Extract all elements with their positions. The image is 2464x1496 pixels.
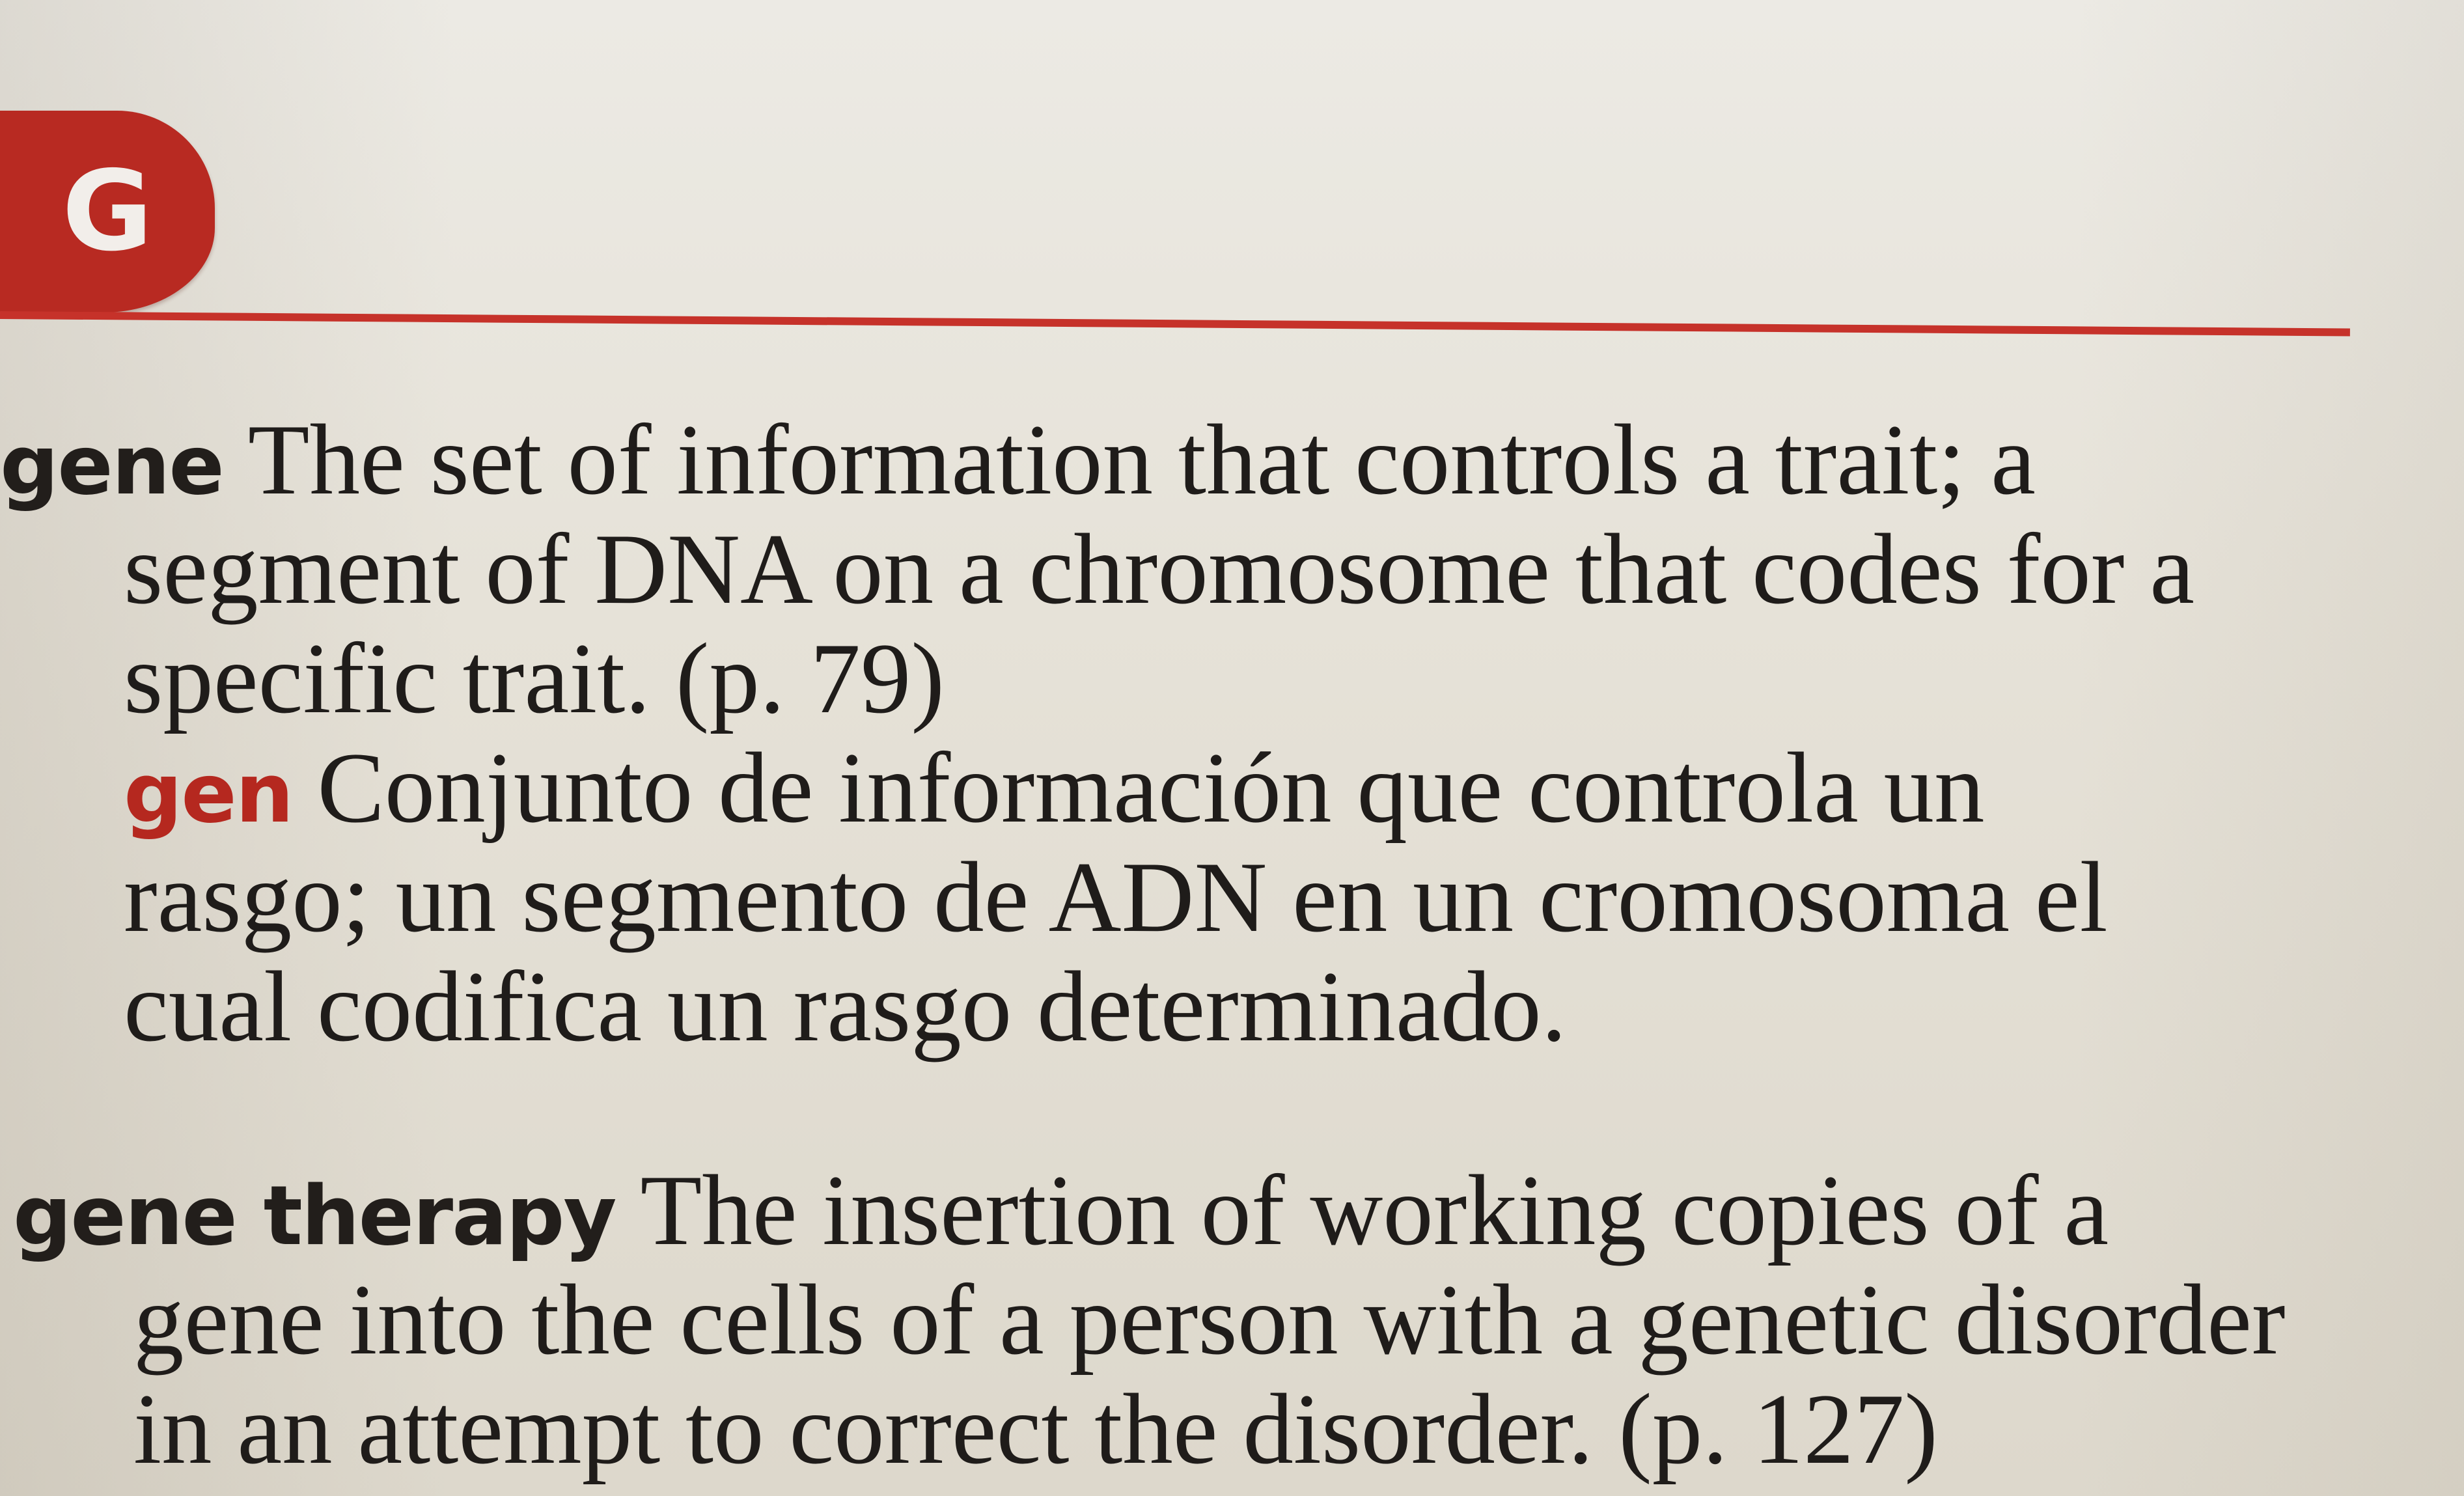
- entry-line: gene therapy The insertion of working cop…: [0, 1156, 2435, 1265]
- spanish-definition-line: rasgo; un segmento de ADN en un cromosom…: [124, 841, 2108, 953]
- entry-line: segment of DNA on a chromosome that code…: [0, 514, 2435, 624]
- section-letter: G: [62, 147, 153, 276]
- spanish-definition-line: Conjunto de información que controla un: [317, 732, 1985, 844]
- entry-line: in an attempt to correct the disorder. (…: [0, 1374, 2435, 1484]
- entry-definition-line: gene into the cells of a person with a g…: [133, 1264, 2286, 1376]
- entry-line: gene The set of information that controls…: [0, 405, 2435, 514]
- entry-definition-line: in an attempt to correct the disorder. (…: [133, 1373, 1938, 1485]
- spanish-line: cual codifica un rasgo determinado.: [0, 952, 2435, 1061]
- entry-line: specific trait. (p. 79): [0, 624, 2435, 733]
- entry-term: gene: [0, 417, 225, 513]
- entry-line: gene into the cells of a person with a g…: [0, 1265, 2435, 1374]
- spanish-term: gen: [124, 745, 294, 841]
- entry-definition-line: The insertion of working copies of a: [640, 1154, 2109, 1266]
- glossary-entry-gene: gene The set of information that controls…: [0, 405, 2435, 1061]
- glossary-page: G gene The set of information that contro…: [0, 0, 2464, 1496]
- entry-definition-line: specific trait. (p. 79): [124, 622, 945, 734]
- entry-definition-line: The set of information that controls a t…: [247, 404, 2036, 516]
- entry-term: gene therapy: [13, 1168, 617, 1264]
- spanish-definition-line: cual codifica un rasgo determinado.: [124, 950, 1567, 1062]
- spanish-line: rasgo; un segmento de ADN en un cromosom…: [0, 842, 2435, 952]
- section-letter-tab: G: [0, 111, 215, 312]
- glossary-entry-gene-therapy: gene therapy The insertion of working cop…: [0, 1156, 2435, 1484]
- spanish-line: gen Conjunto de información que controla …: [0, 733, 2435, 842]
- entry-definition-line: segment of DNA on a chromosome that code…: [124, 513, 2194, 625]
- section-divider-rule: [0, 311, 2350, 337]
